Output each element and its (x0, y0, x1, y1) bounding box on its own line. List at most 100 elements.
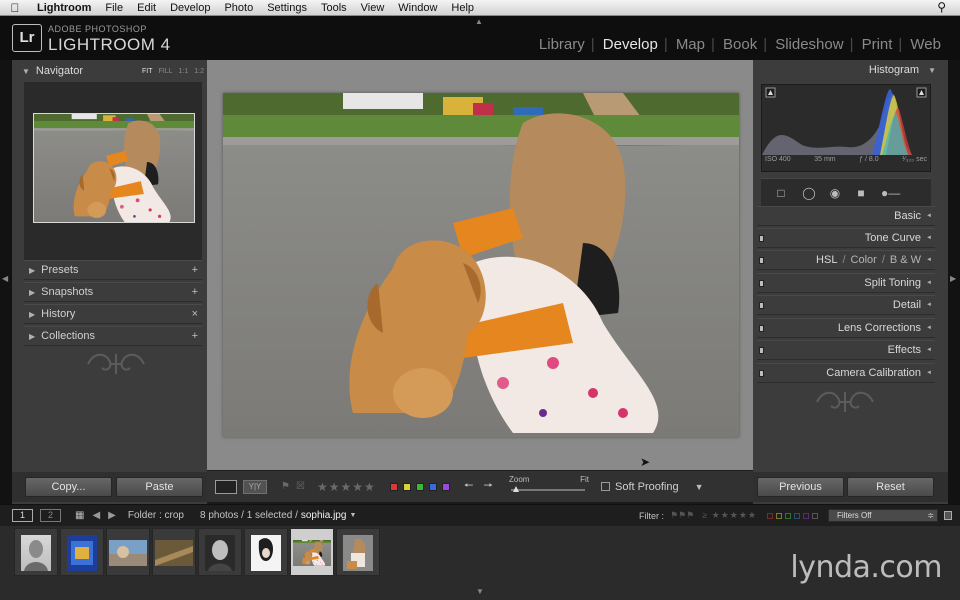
filter-yellow-swatch[interactable] (776, 512, 782, 519)
filter-blue-swatch[interactable] (794, 512, 800, 519)
color-label-blue[interactable] (428, 482, 437, 491)
snapshots-section[interactable]: ▶ Snapshots + (24, 282, 202, 302)
module-book[interactable]: Book (711, 36, 766, 53)
flag-filter-icons[interactable]: ⚑⚑⚑ (670, 510, 694, 521)
collapse-right-panel-icon[interactable]: ▶ (950, 274, 956, 283)
history-section[interactable]: ▶ History × (24, 304, 202, 324)
color-label-red[interactable] (389, 482, 398, 491)
go-back-icon[interactable]: ◀ (92, 510, 100, 521)
go-forward-icon[interactable]: ▶ (108, 510, 116, 521)
toolbar-content-menu-icon[interactable]: ▼ (695, 482, 704, 492)
menu-photo[interactable]: Photo (217, 2, 260, 14)
source-dropdown-icon[interactable]: ▼ (349, 512, 356, 519)
red-eye-correction-icon[interactable]: ◉ (827, 185, 843, 201)
hsl-color-bw-section[interactable]: HSL / Color / B & W ◄ (757, 250, 935, 270)
menu-edit[interactable]: Edit (130, 2, 163, 14)
filter-green-swatch[interactable] (785, 512, 791, 519)
next-photo-icon[interactable]: 🠖 (483, 477, 493, 496)
effects-toggle[interactable] (759, 346, 764, 354)
filter-lock-icon[interactable] (944, 511, 952, 520)
split-toning-toggle[interactable] (759, 279, 764, 287)
effects-section[interactable]: Effects ◄ (757, 340, 935, 360)
camera-calibration-section[interactable]: Camera Calibration ◄ (757, 363, 935, 383)
filter-other-swatch[interactable] (812, 512, 818, 519)
hsl-tab[interactable]: HSL (816, 254, 837, 266)
menu-window[interactable]: Window (391, 2, 444, 14)
apple-menu-icon[interactable]:  (0, 1, 30, 15)
lens-corrections-section[interactable]: Lens Corrections ◄ (757, 318, 935, 338)
filter-red-swatch[interactable] (767, 512, 773, 519)
histogram-header[interactable]: Histogram ▼ (869, 64, 936, 76)
module-develop[interactable]: Develop (591, 36, 667, 53)
zoom-1-2-option[interactable]: 1:2 (194, 68, 204, 75)
filter-purple-swatch[interactable] (803, 512, 809, 519)
split-toning-section[interactable]: Split Toning ◄ (757, 273, 935, 293)
add-snapshot-icon[interactable]: + (192, 286, 198, 298)
lens-corrections-toggle[interactable] (759, 324, 764, 332)
spot-removal-icon[interactable]: ◯ (801, 185, 817, 201)
menu-app-lightroom[interactable]: Lightroom (30, 2, 98, 14)
collapse-filmstrip-icon[interactable]: ▼ (476, 587, 484, 596)
source-folder[interactable]: Folder : crop (128, 510, 184, 521)
zoom-fill-option[interactable]: FILL (159, 68, 173, 75)
filmstrip-thumbnail[interactable] (60, 528, 104, 576)
star-filter[interactable]: ≥ ★★★★★ (702, 510, 757, 521)
menu-file[interactable]: File (98, 2, 130, 14)
module-slideshow[interactable]: Slideshow (763, 36, 852, 53)
zoom-knob[interactable] (512, 485, 519, 492)
filmstrip-thumbnail[interactable] (244, 528, 288, 576)
camera-calibration-toggle[interactable] (759, 369, 764, 377)
reset-button[interactable]: Reset (847, 477, 934, 497)
graduated-filter-icon[interactable]: ■ (853, 185, 869, 201)
previous-photo-icon[interactable]: 🠔 (464, 477, 474, 496)
flag-reject-icon[interactable]: ☒ (296, 481, 305, 492)
module-library[interactable]: Library (530, 36, 594, 53)
color-label-green[interactable] (415, 482, 424, 491)
photo-count[interactable]: 8 photos / 1 selected / (200, 510, 298, 521)
color-label-purple[interactable] (441, 482, 450, 491)
soft-proofing-checkbox[interactable] (600, 482, 610, 491)
copy-settings-button[interactable]: Copy... (25, 477, 112, 497)
detail-section[interactable]: Detail ◄ (757, 295, 935, 315)
color-tab[interactable]: Color (851, 254, 877, 266)
menu-view[interactable]: View (354, 2, 392, 14)
add-collection-icon[interactable]: + (192, 330, 198, 342)
detail-toggle[interactable] (759, 301, 764, 309)
flag-pick-icon[interactable]: ⚑ (281, 481, 290, 492)
loupe-view-icon[interactable] (215, 479, 237, 494)
zoom-slider[interactable]: Zoom Fit (509, 474, 589, 500)
zoom-1-1-option[interactable]: 1:1 (179, 68, 189, 75)
collections-section[interactable]: ▶ Collections + (24, 326, 202, 346)
add-preset-icon[interactable]: + (192, 264, 198, 276)
tone-curve-section[interactable]: Tone Curve ◄ (757, 228, 935, 248)
current-filename[interactable]: sophia.jpg (301, 510, 347, 521)
star-rating[interactable]: ★★★★★ (317, 480, 376, 494)
filmstrip-thumbnail-selected[interactable] (290, 528, 334, 576)
spotlight-search-icon[interactable]: ⚲ (937, 0, 946, 14)
zoom-fit-option[interactable]: FIT (142, 68, 153, 75)
adjustment-brush-icon[interactable]: ●— (881, 185, 921, 201)
filmstrip-thumbnail[interactable] (152, 528, 196, 576)
zoom-track[interactable] (510, 488, 585, 491)
secondary-screen-button[interactable]: 2 (40, 509, 61, 522)
navigator-preview[interactable] (24, 82, 202, 260)
navigator-header[interactable]: ▼ Navigator FIT FILL 1:1 1:2 (22, 62, 204, 80)
basic-section[interactable]: Basic ◄ (757, 206, 935, 226)
bw-tab[interactable]: B & W (890, 254, 921, 266)
filmstrip-thumbnail[interactable] (14, 528, 58, 576)
previous-settings-button[interactable]: Previous (757, 477, 844, 497)
main-photo[interactable] (223, 93, 739, 437)
crop-overlay-icon[interactable]: □ (773, 185, 789, 201)
hsl-toggle[interactable] (759, 256, 764, 264)
tone-curve-toggle[interactable] (759, 234, 764, 242)
grid-view-icon[interactable]: ▦ (75, 510, 84, 521)
module-web[interactable]: Web (898, 36, 950, 53)
navigator-thumbnail[interactable] (33, 113, 195, 223)
menu-develop[interactable]: Develop (163, 2, 217, 14)
filmstrip-thumbnail[interactable] (106, 528, 150, 576)
clear-history-icon[interactable]: × (192, 308, 198, 320)
paste-settings-button[interactable]: Paste (116, 477, 203, 497)
menu-help[interactable]: Help (444, 2, 481, 14)
module-print[interactable]: Print (850, 36, 902, 53)
menu-settings[interactable]: Settings (260, 2, 314, 14)
